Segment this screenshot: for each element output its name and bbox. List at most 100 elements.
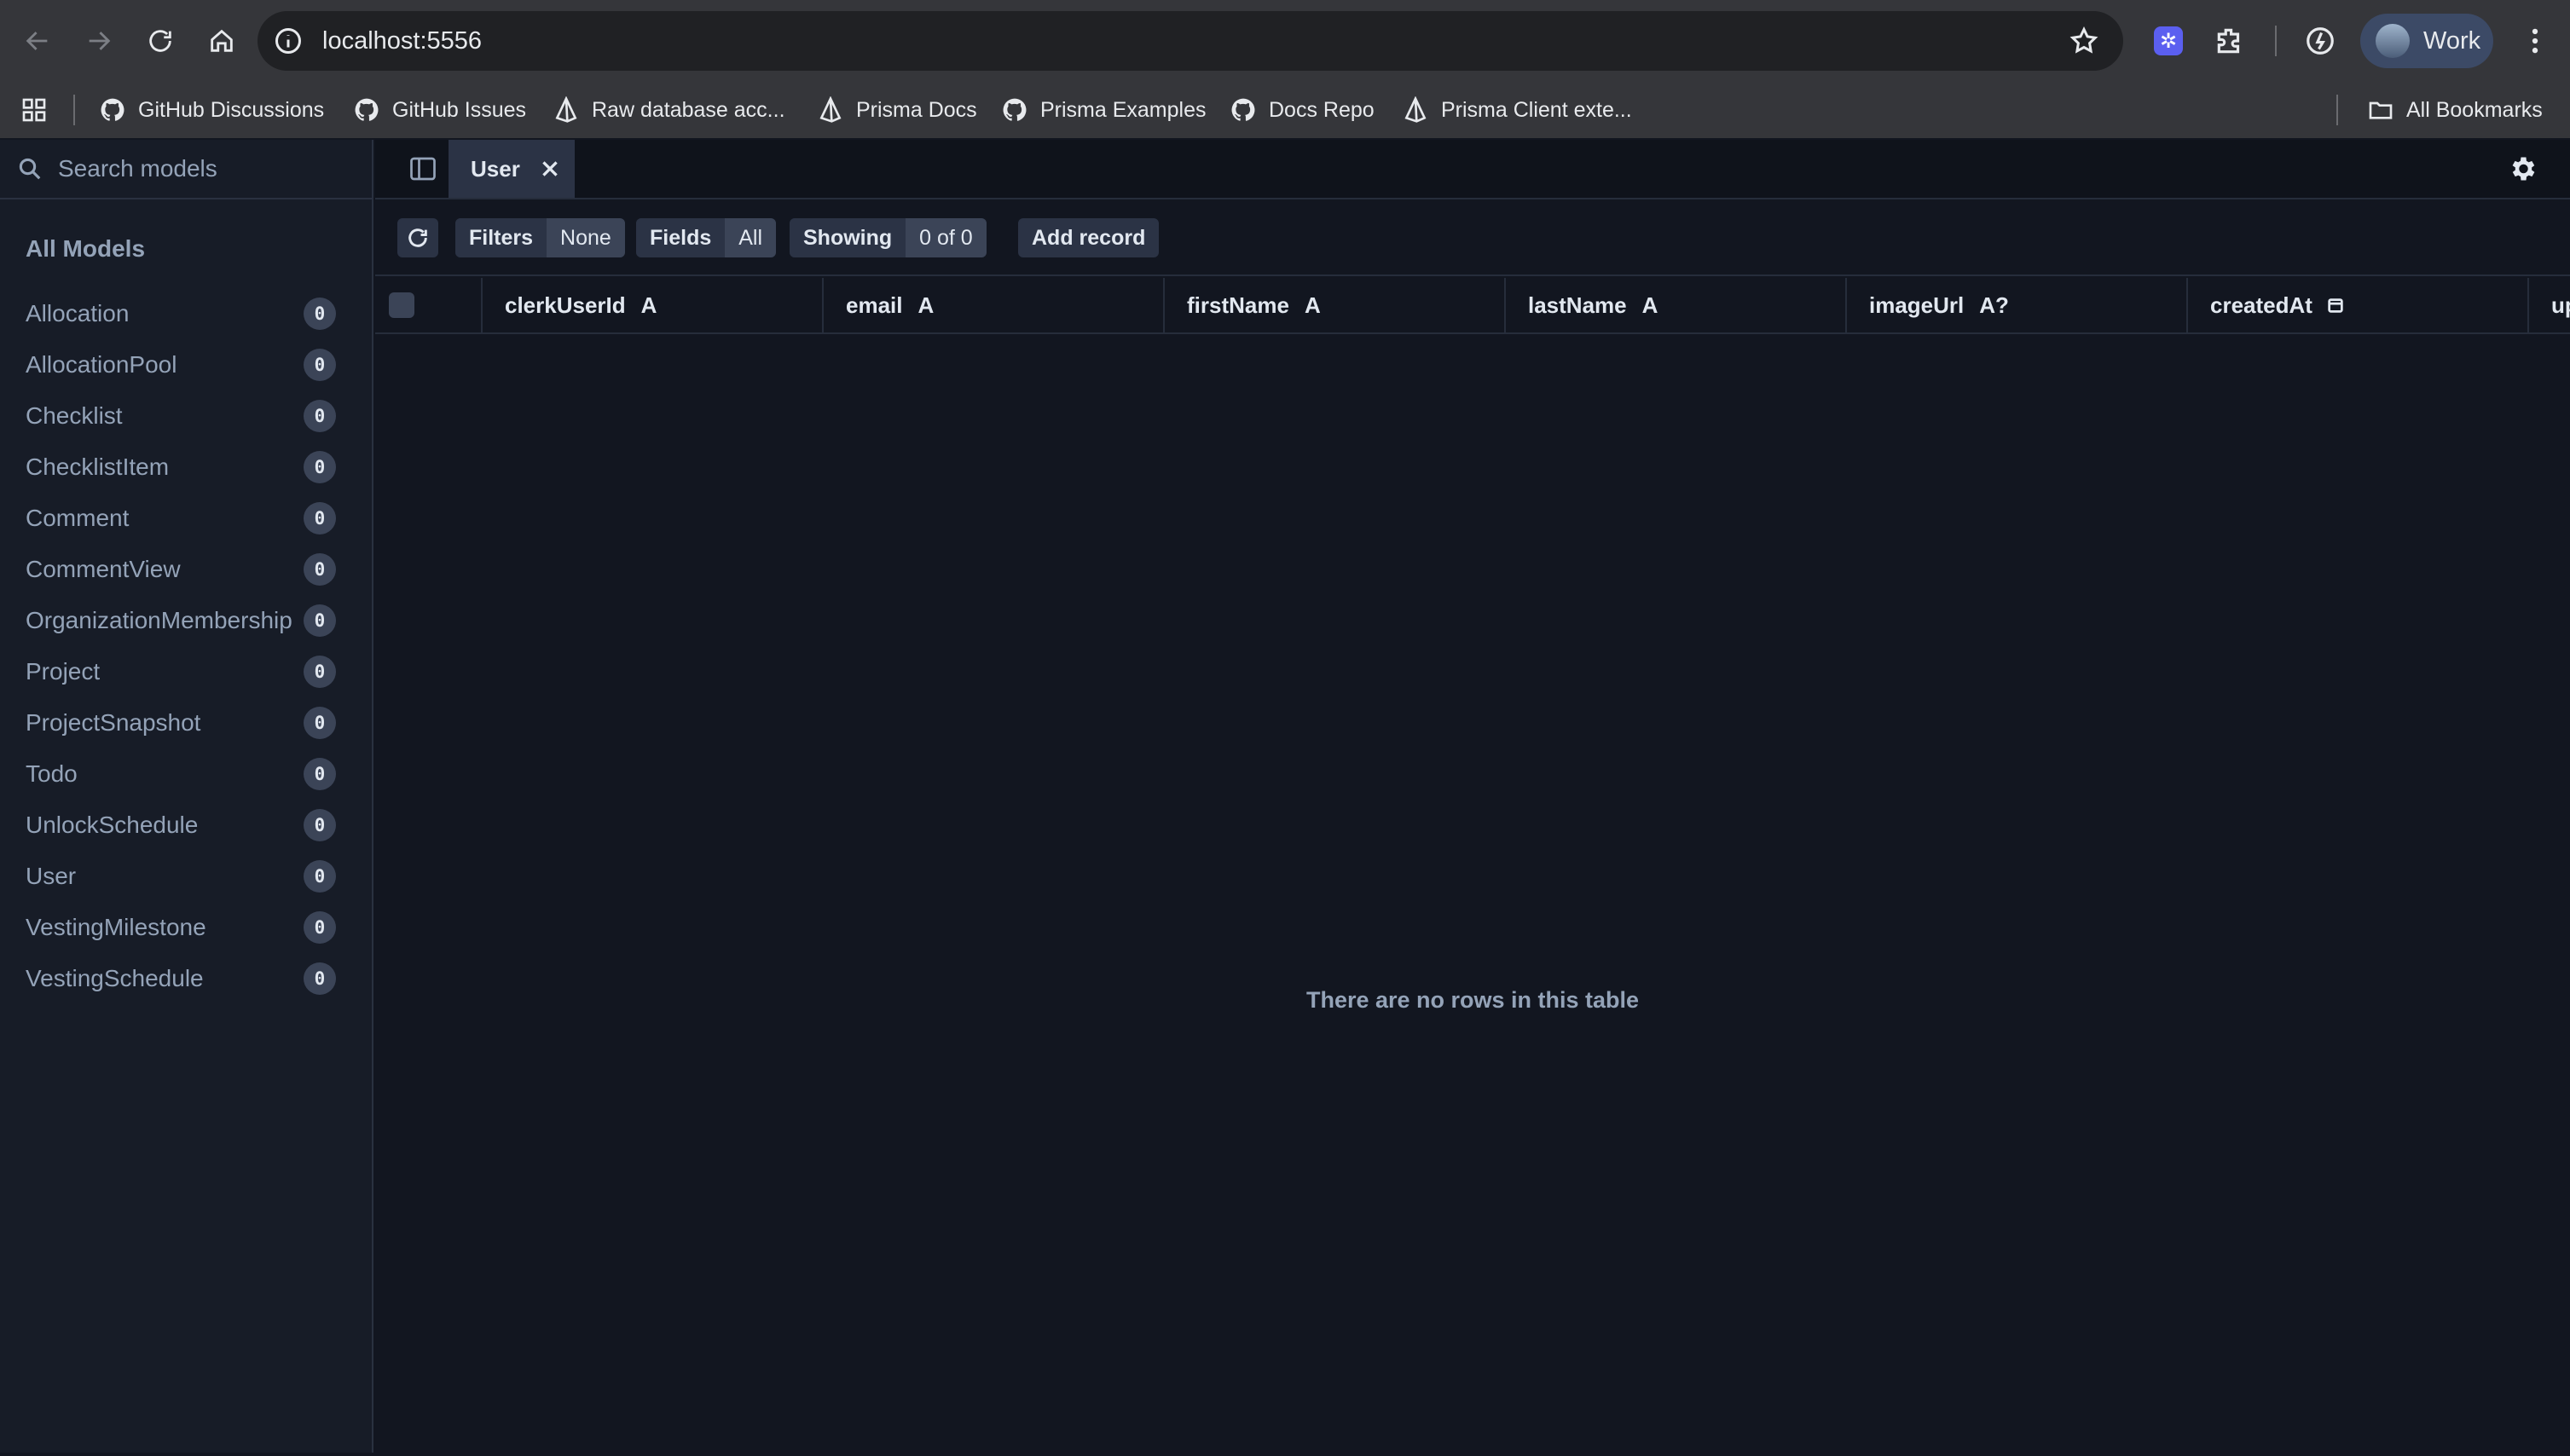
prisma-icon [819,96,842,123]
search-input[interactable] [58,155,365,182]
bookmark-item[interactable]: GitHub Issues [353,82,526,138]
performance-button[interactable] [2301,21,2340,61]
browser-chrome: localhost:5556 ✲ Work GitHub Discussions… [0,0,2570,138]
bookmark-item[interactable]: GitHub Discussions [99,82,324,138]
table-header: clerkUserId A email A firstName A lastNa… [375,278,2570,334]
column-header[interactable]: createdAt [2188,278,2529,332]
all-bookmarks-button[interactable]: All Bookmarks [2367,82,2543,138]
bookmark-star-icon[interactable] [2069,26,2099,56]
fields-value: All [725,218,777,257]
bookmarks-divider [73,95,75,125]
sidebar-toggle-icon[interactable] [408,153,438,184]
arrow-left-icon [26,32,48,50]
sidebar-item-comment[interactable]: Comment 0 [0,493,372,544]
column-header[interactable]: up [2529,278,2570,332]
back-button[interactable] [14,17,61,65]
sidebar-item-organizationmembership[interactable]: OrganizationMembership 0 [0,595,372,646]
column-header[interactable]: clerkUserId A [483,278,824,332]
all-models-heading[interactable]: All Models [26,235,145,263]
browser-toolbar: localhost:5556 ✲ Work [0,0,2570,82]
reload-icon [149,30,171,52]
sidebar-item-commentview[interactable]: CommentView 0 [0,544,372,595]
profile-button[interactable]: Work [2360,14,2493,68]
site-info-icon[interactable] [273,26,304,56]
column-type: A [917,292,935,318]
reload-button[interactable] [136,17,184,65]
sidebar-item-allocation[interactable]: Allocation 0 [0,288,372,339]
sidebar-item-projectsnapshot[interactable]: ProjectSnapshot 0 [0,697,372,748]
fields-button[interactable]: Fields All [636,218,777,257]
extension-button[interactable]: ✲ [2149,21,2188,61]
bookmark-item[interactable]: Prisma Docs [817,82,977,138]
sidebar-item-todo[interactable]: Todo 0 [0,748,372,800]
tab-bar: User [375,140,2570,199]
model-name: VestingMilestone [26,914,206,940]
bookmark-label: Prisma Client exte... [1441,97,1632,122]
bookmark-item[interactable]: Raw database acc... [553,82,785,138]
tab-user[interactable]: User [449,140,575,198]
sidebar-item-user[interactable]: User 0 [0,851,372,902]
count-badge: 0 [304,349,336,381]
extensions-menu-button[interactable] [2210,21,2249,61]
bookmark-item[interactable]: Docs Repo [1230,82,1375,138]
forward-button[interactable] [75,17,123,65]
sidebar-item-project[interactable]: Project 0 [0,646,372,697]
add-record-button[interactable]: Add record [1018,218,1160,257]
more-vertical-icon [2532,28,2538,54]
count-badge: 0 [304,860,336,893]
column-header[interactable]: lastName A [1506,278,1847,332]
model-list: Allocation 0 AllocationPool 0 Checklist 0 Chec… [0,288,372,1004]
github-icon [355,98,379,121]
bookmark-item[interactable]: Prisma Examples [1001,82,1207,138]
column-header[interactable]: email A [824,278,1165,332]
count-badge: 0 [304,809,336,841]
home-button[interactable] [198,17,246,65]
model-name: ProjectSnapshot [26,709,201,736]
refresh-icon [408,228,427,247]
puzzle-icon [2217,28,2240,54]
avatar [2376,24,2410,58]
profile-name: Work [2423,26,2481,55]
refresh-button[interactable] [397,218,438,257]
model-name: Allocation [26,300,130,326]
github-icon [101,98,124,121]
gear-icon[interactable] [2507,153,2538,184]
bookmark-label: GitHub Issues [392,97,527,122]
count-badge: 0 [304,962,336,995]
column-type: A [1641,292,1658,318]
column-header[interactable]: imageUrl A? [1847,278,2188,332]
sidebar-item-allocationpool[interactable]: AllocationPool 0 [0,339,372,390]
home-icon [211,29,233,52]
showing-button[interactable]: Showing 0 of 0 [790,218,987,257]
sidebar-item-checklist[interactable]: Checklist 0 [0,390,372,442]
close-icon[interactable] [539,158,561,180]
bookmarks-divider [2336,95,2338,125]
count-badge: 0 [304,911,336,944]
folder-icon [2369,101,2393,119]
sidebar-item-vestingmilestone[interactable]: VestingMilestone 0 [0,902,372,953]
bookmark-item[interactable]: Prisma Client exte... [1402,82,1632,138]
sidebar-item-checklistitem[interactable]: ChecklistItem 0 [0,442,372,493]
prisma-icon [1404,96,1427,123]
filters-button[interactable]: Filters None [455,218,625,257]
bookmark-label: Raw database acc... [592,97,785,122]
model-name: CommentView [26,556,181,582]
apps-button[interactable] [20,82,60,138]
column-name: lastName [1528,292,1627,318]
filters-label: Filters [455,218,547,257]
column-name: imageUrl [1869,292,1965,318]
browser-menu-button[interactable] [2515,21,2555,61]
select-all-checkbox[interactable] [389,292,414,318]
model-name: OrganizationMembership [26,607,292,633]
address-bar[interactable]: localhost:5556 [258,11,2123,71]
model-name: User [26,863,77,889]
column-header[interactable]: firstName A [1165,278,1506,332]
bookmark-label: Docs Repo [1269,97,1375,122]
sidebar-item-unlockschedule[interactable]: UnlockSchedule 0 [0,800,372,851]
fields-label: Fields [636,218,726,257]
action-bar: Filters None Fields All Showing 0 of 0 A… [375,199,2570,276]
tab-label: User [471,155,520,182]
search-icon [19,158,41,180]
sidebar-item-vestingschedule[interactable]: VestingSchedule 0 [0,953,372,1004]
column-name: createdAt [2210,292,2312,318]
